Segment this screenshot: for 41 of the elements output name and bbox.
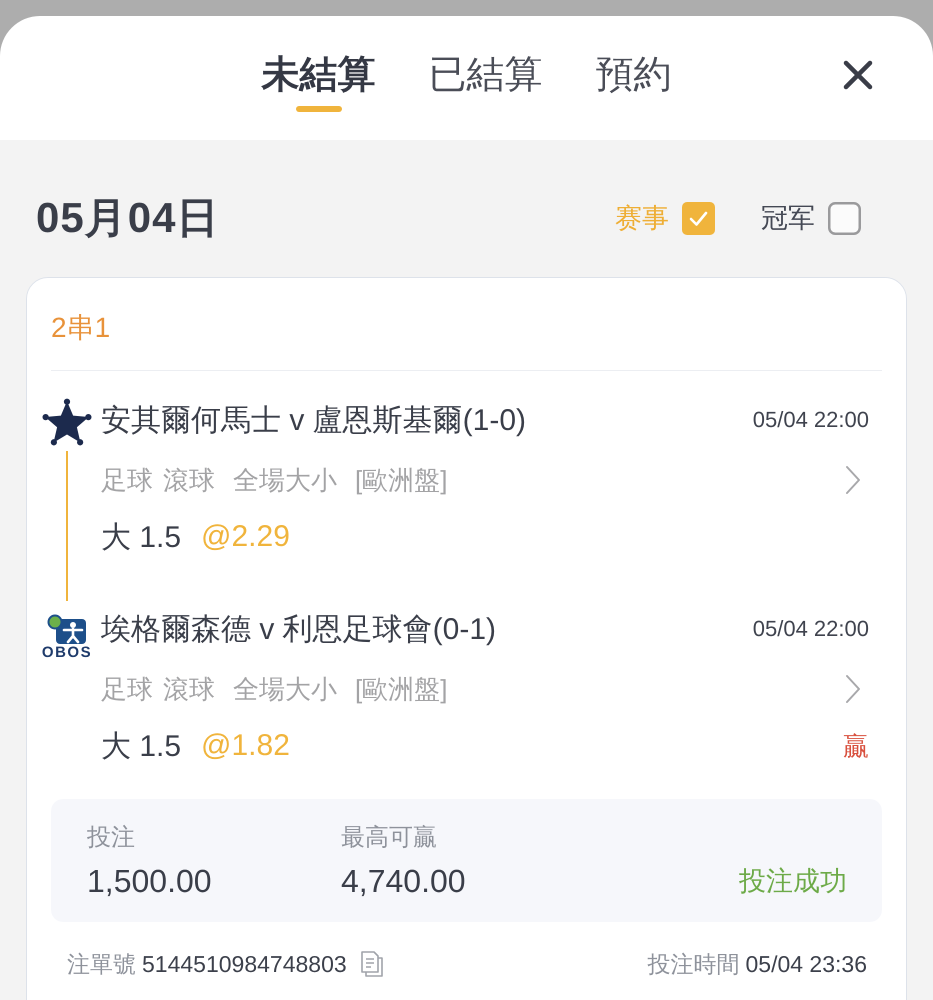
checkbox-icon[interactable] xyxy=(828,202,861,234)
market-tag: 滾球 xyxy=(163,462,215,498)
market-tag: 足球 xyxy=(101,672,153,706)
market-tag: [歐洲盤] xyxy=(355,672,448,706)
close-icon[interactable] xyxy=(843,60,873,90)
bet-type: 2串1 xyxy=(51,311,112,345)
match-title: 安其爾何馬士 v 盧恩斯基爾(1-0) xyxy=(101,402,526,438)
bet-time: 05/04 23:36 xyxy=(745,950,867,978)
tab[interactable]: 未結算 xyxy=(262,16,376,112)
star-badge-icon xyxy=(42,397,92,447)
market-tag: 滾球 xyxy=(163,672,215,706)
odds: @1.82 xyxy=(201,729,290,763)
market-tag: 全場大小 xyxy=(233,672,337,706)
match-title: 埃格爾森德 v 利恩足球會(0-1) xyxy=(101,612,496,648)
summary-label: 最高可贏 xyxy=(341,823,438,853)
copy-icon[interactable] xyxy=(360,951,383,977)
market-tag: 全場大小 xyxy=(233,462,337,498)
logo-text: OBOS xyxy=(42,644,92,661)
market-tag: 足球 xyxy=(101,462,153,498)
market-tag: [歐洲盤] xyxy=(355,462,448,498)
selection: 大 1.5 xyxy=(101,520,182,556)
summary-value: 4,740.00 xyxy=(341,862,467,900)
chevron-right-icon[interactable] xyxy=(845,674,861,704)
odds: @2.29 xyxy=(201,520,290,554)
date-heading: 05月04日 xyxy=(36,193,220,243)
bet-number-label: 注單號 xyxy=(67,950,136,978)
selection: 大 1.5 xyxy=(101,728,182,764)
result-label: 贏 xyxy=(843,730,869,762)
summary-label: 投注 xyxy=(87,823,136,853)
match-time: 05/04 22:00 xyxy=(752,407,869,433)
filter-toggle[interactable]: 冠军 xyxy=(761,200,861,236)
bet-number: 5144510984748803 xyxy=(142,950,347,978)
checkbox-icon[interactable] xyxy=(682,202,715,234)
tab[interactable]: 已結算 xyxy=(428,16,542,112)
match-time: 05/04 22:00 xyxy=(752,616,869,642)
bet-time-label: 投注時間 xyxy=(647,950,740,978)
person-badge-icon xyxy=(47,614,87,644)
tab[interactable]: 預約 xyxy=(596,16,672,112)
chevron-right-icon[interactable] xyxy=(845,465,861,495)
bet-status: 投注成功 xyxy=(739,865,847,898)
summary-value: 1,500.00 xyxy=(87,862,213,900)
